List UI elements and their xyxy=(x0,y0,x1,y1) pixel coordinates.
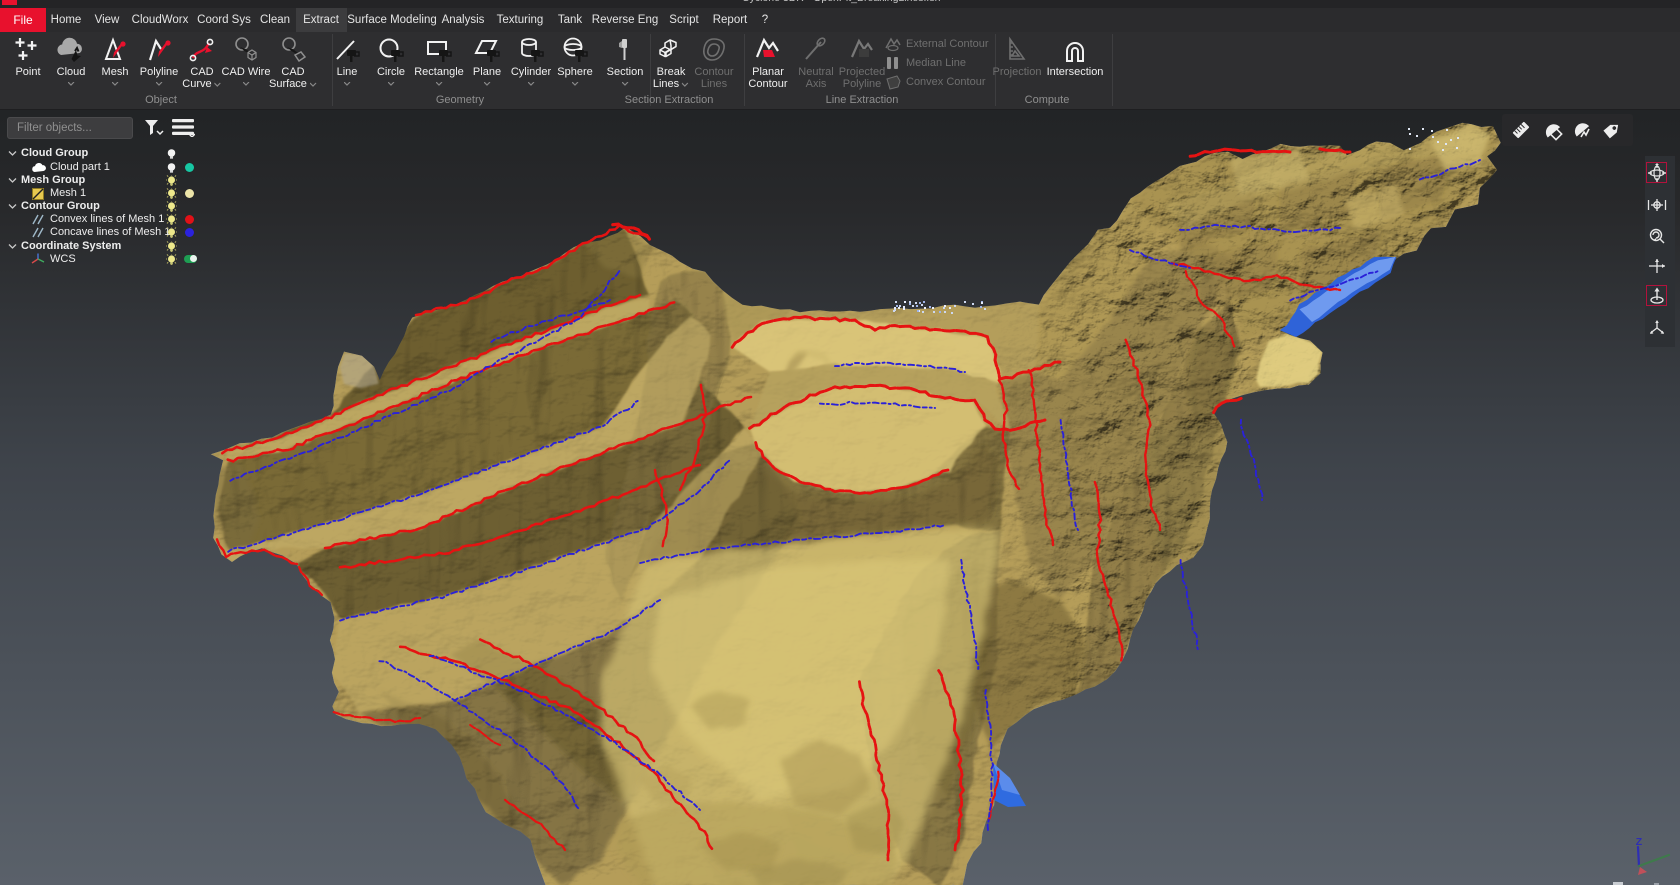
svg-text:Z: Z xyxy=(1636,836,1643,848)
